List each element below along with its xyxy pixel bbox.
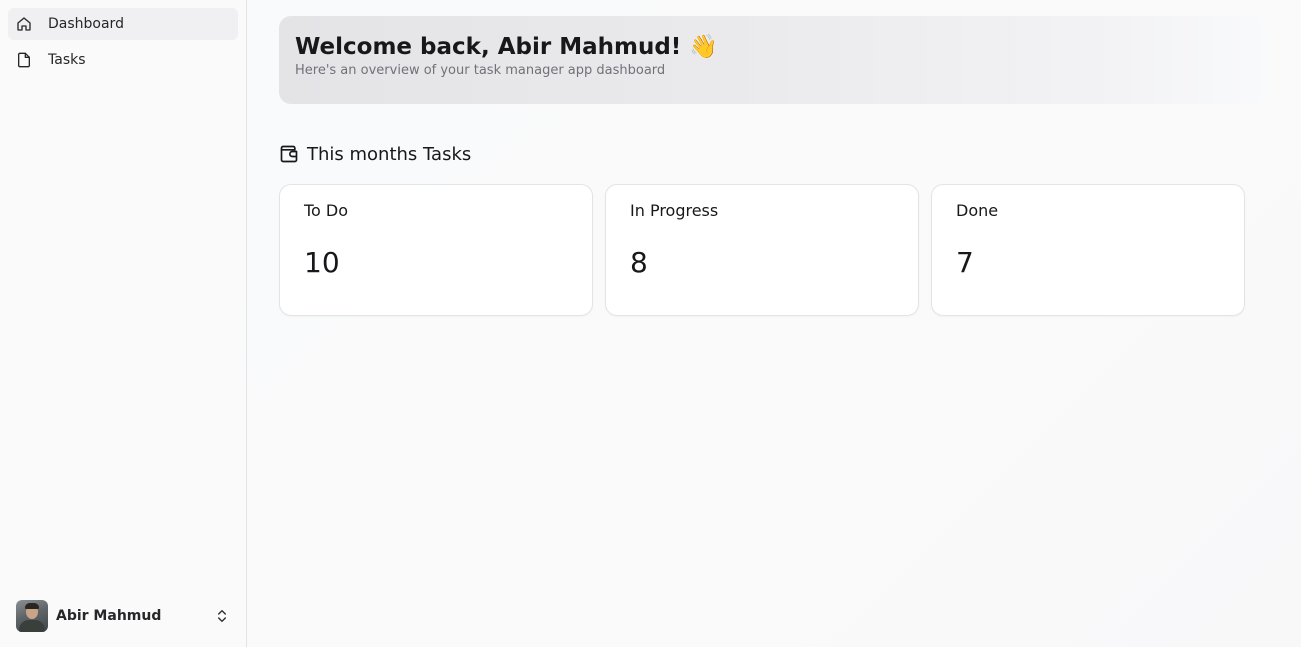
sidebar-item-tasks[interactable]: Tasks — [8, 44, 238, 76]
stat-card-label: To Do — [304, 201, 349, 220]
stat-card-label: In Progress — [630, 201, 719, 220]
sidebar-item-label: Tasks — [48, 52, 86, 68]
stat-card-in-progress: In Progress 8 — [605, 184, 919, 316]
file-icon — [16, 52, 32, 68]
section-header: This months Tasks — [279, 143, 1269, 165]
user-name: Abir Mahmud — [56, 608, 162, 624]
main-content: Welcome back, Abir Mahmud! 👋 Here's an o… — [247, 0, 1301, 647]
sidebar-item-dashboard[interactable]: Dashboard — [8, 8, 238, 40]
stats-cards: To Do 10 In Progress 8 Done 7 — [279, 184, 1269, 316]
sidebar-item-label: Dashboard — [48, 16, 124, 32]
avatar — [16, 600, 48, 632]
section-title: This months Tasks — [307, 143, 472, 165]
stat-card-value: 8 — [630, 246, 648, 279]
sidebar: Dashboard Tasks Abir Mahmud — [0, 0, 247, 647]
user-menu-button[interactable]: Abir Mahmud — [8, 593, 238, 639]
stat-card-todo: To Do 10 — [279, 184, 593, 316]
app-root: Dashboard Tasks Abir Mahmud Welcome back… — [0, 0, 1301, 647]
welcome-banner: Welcome back, Abir Mahmud! 👋 Here's an o… — [279, 16, 1269, 104]
page-subtitle: Here's an overview of your task manager … — [295, 63, 666, 78]
stat-card-label: Done — [956, 201, 999, 220]
chevrons-up-down-icon — [214, 608, 230, 624]
home-icon — [16, 16, 32, 32]
stat-card-done: Done 7 — [931, 184, 1245, 316]
page-title: Welcome back, Abir Mahmud! 👋 — [295, 34, 718, 60]
stat-card-value: 10 — [304, 246, 340, 279]
stat-card-value: 7 — [956, 246, 974, 279]
sidebar-nav: Dashboard Tasks — [8, 8, 238, 76]
wallet-icon — [279, 144, 299, 164]
